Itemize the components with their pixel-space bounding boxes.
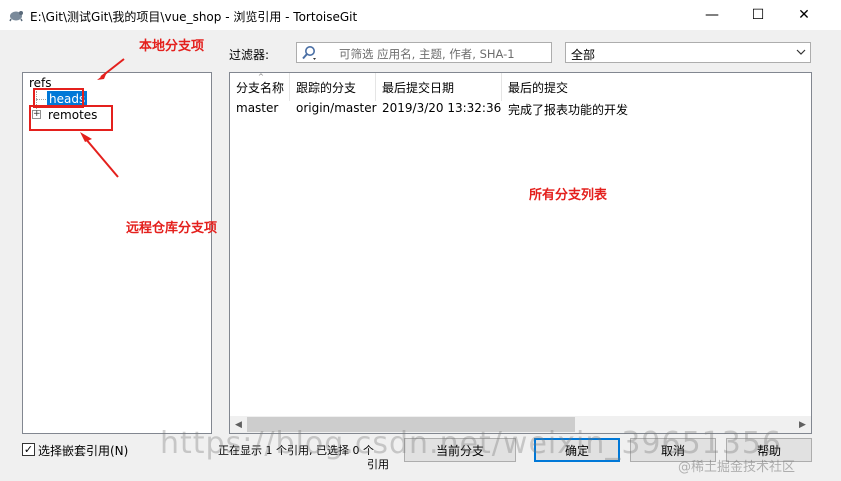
cell-tracked-branch: origin/master (296, 101, 377, 115)
watermark-site: @稀土掘金技术社区 (678, 460, 796, 475)
column-header-last-commit[interactable]: 最后的提交 (502, 73, 808, 101)
sort-up-icon: ^ (258, 73, 264, 81)
window-title: E:\Git\测试Git\我的项目\vue_shop - 浏览引用 - Tort… (30, 10, 358, 24)
nested-refs-checkbox[interactable]: ✓ (22, 443, 35, 456)
column-header-tracked-branch[interactable]: 跟踪的分支 (290, 73, 376, 101)
branch-list[interactable]: ^ 分支名称 跟踪的分支 最后提交日期 最后的提交 master origin/… (229, 72, 812, 434)
filter-scope-value: 全部 (571, 48, 596, 62)
filter-search-input[interactable]: 可筛选 应用名, 主题, 作者, SHA-1 (296, 42, 552, 63)
column-header-branch-name[interactable]: ^ 分支名称 (230, 73, 290, 101)
close-button[interactable]: ✕ (781, 0, 827, 30)
annotation-box-remotes (29, 105, 113, 131)
chevron-down-icon (796, 49, 806, 55)
annotation-remote-branch: 远程仓库分支项 (126, 221, 218, 236)
tortoisegit-icon (9, 11, 23, 22)
cell-last-commit: 完成了报表功能的开发 (508, 103, 629, 117)
scroll-right-icon[interactable]: ▶ (794, 416, 811, 433)
search-icon[interactable] (301, 45, 317, 61)
annotation-local-branch: 本地分支项 (139, 39, 205, 54)
filter-scope-select[interactable]: 全部 (565, 42, 811, 63)
cell-branch-name: master (236, 101, 279, 115)
maximize-button[interactable]: ☐ (735, 0, 781, 30)
minimize-button[interactable]: — (689, 0, 735, 30)
search-placeholder: 可筛选 应用名, 主题, 作者, SHA-1 (339, 47, 515, 61)
cell-last-commit-date: 2019/3/20 13:32:36 (382, 101, 502, 115)
column-header-last-commit-date[interactable]: 最后提交日期 (376, 73, 502, 101)
nested-refs-label[interactable]: 选择嵌套引用(N) (38, 442, 128, 459)
annotation-all-branches: 所有分支列表 (529, 188, 608, 203)
filter-label: 过滤器: (229, 48, 270, 62)
